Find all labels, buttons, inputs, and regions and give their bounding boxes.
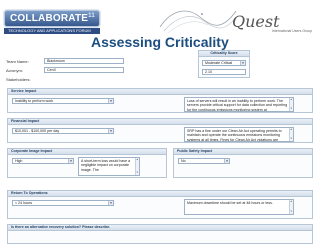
service-impact-value: Inability to perform work [15,99,54,103]
return-to-operations-dropdown[interactable]: < 24 hours ▼ [12,200,114,206]
public-safety-impact-value: No [181,159,186,163]
quest-logo-tagline: International Users Group [272,29,313,33]
scrollbar[interactable] [289,128,293,141]
financial-impact-value: $10,001 - $100,000 per day [15,129,60,133]
stakeholders-label: Stakeholders: [6,77,31,82]
public-safety-impact-dropdown[interactable]: No ▼ [178,158,230,164]
corporate-image-impact-heading: Corporate Image Impact [8,149,166,155]
service-impact-description[interactable]: Loss of servers will result in an inabil… [184,97,294,112]
corporate-image-impact-dropdown[interactable]: High ▼ [12,158,74,164]
return-to-operations-description-text: Maximum downtime should be set at 48 hou… [187,201,273,205]
criticality-level-dropdown[interactable]: Moderate Critical ▼ [202,60,246,66]
financial-impact-heading: Financial Impact [8,119,312,125]
criticality-score-value: 2.10 [202,69,246,75]
chevron-down-icon: ▼ [108,129,113,133]
scrollbar[interactable] [135,158,139,175]
chevron-down-icon: ▼ [68,159,73,163]
criticality-form: Team Name: Blackmoon Acronym: CenX Stake… [4,50,316,246]
chevron-down-icon: ▼ [240,61,245,65]
criticality-level-value: Moderate Critical [205,61,233,65]
financial-impact-dropdown[interactable]: $10,001 - $100,000 per day ▼ [12,128,114,134]
return-to-operations-value: < 24 hours [15,201,33,205]
corporate-image-impact-panel: Corporate Image Impact High ▼ A short-te… [7,148,167,178]
return-to-operations-description[interactable]: Maximum downtime should be set at 48 hou… [184,199,294,215]
team-name-input[interactable]: Blackmoon [44,58,124,64]
service-impact-heading: Service Impact [8,89,312,95]
service-impact-description-text: Loss of servers will result in an inabil… [187,99,288,112]
corporate-image-impact-value: High [15,159,23,163]
collaborate-logo-tagline: TECHNOLOGY AND APPLICATIONS FORUM FOR TH… [4,28,100,39]
service-impact-dropdown[interactable]: Inability to perform work ▼ [12,98,114,104]
acronym-label: Acronym: [6,68,23,73]
public-safety-impact-panel: Public Safety Impact No ▼ [173,148,313,178]
corporate-image-impact-description-text: A short-term loss would have a negligibl… [81,159,131,172]
service-impact-panel: Service Impact Inability to perform work… [7,88,313,113]
page-title: Assessing Criticality [91,34,229,50]
chevron-down-icon: ▼ [108,99,113,103]
chevron-down-icon: ▼ [224,159,229,163]
alternative-recovery-heading: Is there an alternative recovery solutio… [8,225,312,231]
criticality-score-heading: Criticality Score [199,51,249,57]
corporate-image-impact-description[interactable]: A short-term loss would have a negligibl… [78,157,140,176]
criticality-score-panel: Criticality Score Moderate Critical ▼ 2.… [198,50,250,78]
alternative-recovery-panel: Is there an alternative recovery solutio… [7,224,313,244]
collaborate-logo: COLLABORATE11 TECHNOLOGY AND APPLICATION… [4,10,100,39]
financial-impact-description[interactable]: SRP has a fine under our Clean Air Act o… [184,127,294,142]
public-safety-impact-heading: Public Safety Impact [174,149,312,155]
acronym-input[interactable]: CenX [44,67,124,73]
return-to-operations-panel: Return To Operations < 24 hours ▼ Maximu… [7,190,313,219]
financial-impact-description-text: SRP has a fine under our Clean Air Act o… [187,129,282,142]
quest-logo: Quest International Users Group [232,12,316,34]
team-name-label: Team Name: [6,59,29,64]
swirl-graphic [159,10,237,34]
scrollbar[interactable] [289,98,293,111]
return-to-operations-heading: Return To Operations [8,191,312,197]
financial-impact-panel: Financial Impact $10,001 - $100,000 per … [7,118,313,143]
scrollbar[interactable] [289,200,293,214]
collaborate-logo-name: COLLABORATE [10,13,89,24]
collaborate-logo-year: 11 [88,13,95,19]
collaborate-logo-badge: COLLABORATE11 [4,10,100,27]
chevron-down-icon: ▼ [108,201,113,205]
